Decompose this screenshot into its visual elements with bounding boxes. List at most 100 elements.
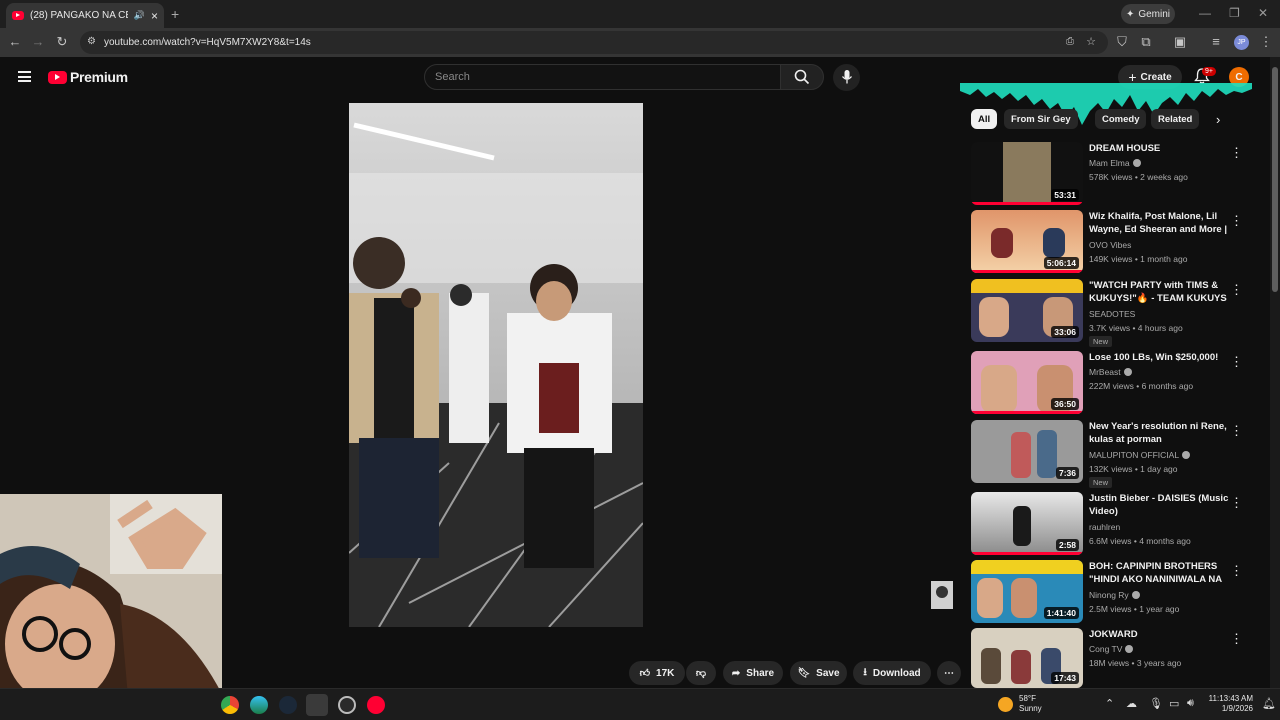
reload-icon[interactable]: ↻ [54,34,70,50]
volume-icon[interactable]: 🔊︎ [1187,697,1194,710]
search-input[interactable]: Search [424,64,781,90]
new-tab-button[interactable]: + [171,6,179,22]
recommendation-item[interactable]: 2:58 Justin Bieber - DAISIES (Music Vide… [971,492,1251,556]
share-button[interactable]: ➦ Share [723,661,783,685]
recommendation-item[interactable]: 17:43 JOKWARD Cong TV 18M views • 3 year… [971,628,1251,688]
video-thumbnail[interactable]: 5:06:14 [971,210,1083,273]
kebab-menu-icon[interactable] [1230,562,1238,576]
recommendation-item[interactable]: 1:41:40 BOH: CAPINPIN BROTHERS "HINDI AK… [971,560,1251,624]
recommendation-item[interactable]: 33:06 "WATCH PARTY with TIMS & KUKUYS!"🔥… [971,279,1251,347]
steam-active-icon[interactable] [306,694,328,716]
scrollbar-thumb[interactable] [1272,67,1278,292]
steam-icon[interactable] [279,696,297,714]
chip-from-channel[interactable]: From Sir Gey [1004,109,1078,129]
video-title[interactable]: DREAM HOUSE [1089,142,1229,155]
kebab-menu-icon[interactable] [1230,281,1238,295]
microphone-tray-icon[interactable]: 🎙︎ [1149,697,1163,710]
video-thumbnail[interactable]: 7:36 [971,420,1083,483]
channel-name[interactable]: OVO Vibes [1089,240,1131,250]
youtube-music-icon[interactable] [367,696,385,714]
channel-name[interactable]: Ninong Ry [1089,590,1140,600]
video-thumbnail[interactable]: 53:31 [971,142,1083,205]
channel-name[interactable]: rauhlren [1089,522,1120,532]
chip-related[interactable]: Related [1151,109,1200,129]
edge-icon[interactable] [250,696,268,714]
profile-avatar[interactable]: JP [1234,35,1249,50]
bookmark-star-icon[interactable]: ☆ [1086,35,1096,48]
like-button[interactable]: 👍︎ 17K [629,661,685,685]
mini-preview[interactable] [931,581,953,609]
tab-close-button[interactable]: × [151,9,158,23]
weather-widget[interactable]: 58°F Sunny [998,694,1042,714]
close-window-icon[interactable]: ✕ [1258,6,1268,20]
forward-icon[interactable]: → [30,34,46,50]
browser-menu-icon[interactable]: ⋮ [1258,34,1274,50]
video-meta: 6.6M views • 4 months ago [1089,536,1191,546]
chip-comedy[interactable]: Comedy [1095,109,1147,129]
youtube-premium-logo[interactable]: Premium [48,69,128,85]
cloud-icon[interactable]: ☁ [1126,697,1137,710]
kebab-menu-icon[interactable] [1230,494,1238,508]
minimize-icon[interactable]: — [1199,6,1211,20]
video-player[interactable] [349,103,643,627]
download-button[interactable]: ⭳ Download [853,661,931,685]
video-thumbnail[interactable]: 1:41:40 [971,560,1083,623]
page-scrollbar[interactable] [1270,57,1280,688]
video-duration: 17:43 [1051,672,1079,684]
site-info-icon[interactable]: ⚙ [87,36,96,47]
gemini-button[interactable]: ✦ Gemini [1121,4,1175,24]
recommendation-item[interactable]: 5:06:14 Wiz Khalifa, Post Malone, Lil Wa… [971,210,1251,274]
kebab-menu-icon[interactable] [1230,422,1238,436]
recommendation-item[interactable]: 53:31 DREAM HOUSE Mam Elma 578K views • … [971,142,1251,206]
chrome-icon[interactable] [221,696,239,714]
video-thumbnail[interactable]: 17:43 [971,628,1083,688]
more-actions-button[interactable]: ⋯ [937,661,961,685]
tray-chevron-icon[interactable]: ⌃ [1105,697,1114,710]
tab-search-icon[interactable]: ▣ [1172,34,1188,50]
video-thumbnail[interactable]: 36:50 [971,351,1083,414]
kebab-menu-icon[interactable] [1230,353,1238,367]
kebab-menu-icon[interactable] [1230,630,1238,644]
search-button[interactable] [780,64,824,90]
chips-next-icon[interactable]: › [1216,112,1220,127]
video-title[interactable]: Lose 100 LBs, Win $250,000! [1089,351,1229,364]
more-horizontal-icon: ⋯ [944,667,954,679]
channel-name[interactable]: MrBeast [1089,367,1132,377]
restore-icon[interactable]: ❐ [1229,6,1240,20]
video-title[interactable]: Wiz Khalifa, Post Malone, Lil Wayne, Ed … [1089,210,1229,237]
kebab-menu-icon[interactable] [1230,212,1238,226]
obs-icon[interactable] [338,696,356,714]
back-icon[interactable]: ← [7,34,23,50]
channel-name[interactable]: Mam Elma [1089,158,1141,168]
notification-center-icon[interactable]: 🔔︎ [1262,697,1276,710]
chip-all[interactable]: All [971,109,998,129]
network-icon[interactable]: ▭ [1169,697,1179,710]
video-title[interactable]: "WATCH PARTY with TIMS & KUKUYS!"🔥 - TEA… [1089,279,1229,306]
video-title[interactable]: JOKWARD [1089,628,1229,641]
extensions-icon[interactable]: ⧉ [1138,34,1154,50]
video-title[interactable]: BOH: CAPINPIN BROTHERS "HINDI AKO NANINI… [1089,560,1229,587]
recommendation-item[interactable]: 7:36 New Year's resolution ni Rene, kula… [971,420,1251,488]
voice-search-button[interactable] [833,64,860,91]
video-thumbnail[interactable]: 2:58 [971,492,1083,555]
clock[interactable]: 11:13:43 AM 1/9/2026 [1205,694,1253,714]
save-button[interactable]: 🔖︎ Save [790,661,847,685]
shield-extension-icon[interactable]: ⛉ [1114,34,1130,50]
url-text: youtube.com/watch?v=HqV5M7XW2Y8&t=14s [104,37,311,48]
recommendation-item[interactable]: 36:50 Lose 100 LBs, Win $250,000! MrBeas… [971,351,1251,415]
video-thumbnail[interactable]: 33:06 [971,279,1083,342]
video-title[interactable]: Justin Bieber - DAISIES (Music Video) [1089,492,1229,518]
channel-name[interactable]: SEADOTES [1089,309,1135,319]
video-title[interactable]: New Year's resolution ni Rene, kulas at … [1089,420,1229,446]
kebab-menu-icon[interactable] [1230,144,1238,158]
install-app-icon[interactable]: ⎙ [1066,36,1074,47]
speaker-icon[interactable]: 🔊 [134,10,145,21]
dislike-button[interactable]: 👎︎ [686,661,716,685]
reading-list-icon[interactable]: ≡ [1208,34,1224,50]
address-bar[interactable]: ⚙ youtube.com/watch?v=HqV5M7XW2Y8&t=14s … [80,31,1108,54]
search-icon [794,69,810,85]
channel-name[interactable]: Cong TV [1089,644,1134,654]
channel-name[interactable]: MALUPITON OFFICIAL [1089,450,1191,460]
hamburger-menu-icon[interactable] [18,71,31,82]
browser-tab[interactable]: (28) PANGAKO NA CELLPHO 🔊 × [6,3,164,28]
